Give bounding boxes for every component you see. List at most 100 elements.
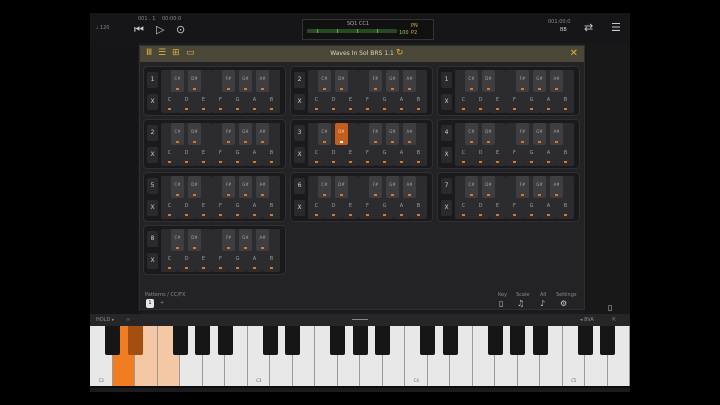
link-icon[interactable]: ∞ xyxy=(126,317,130,323)
piano-black-key[interactable] xyxy=(375,326,390,355)
piano-black-key[interactable] xyxy=(330,326,345,355)
black-note-toggle[interactable]: A# xyxy=(403,123,416,145)
black-note-toggle[interactable]: D# xyxy=(188,123,201,145)
pattern-card[interactable]: 6 X C D E F G A B C# D# F# G# A# xyxy=(290,172,433,222)
pattern-card[interactable]: 5 X C D E F G A B C# D# F# G# A# xyxy=(143,172,286,222)
pattern-card[interactable]: 1 X C D E F G A B C# D# F# G# A# xyxy=(143,66,286,116)
pattern-card[interactable]: 8 X C D E F G A B C# D# F# G# A# xyxy=(143,225,286,275)
pattern-card[interactable]: 4 X C D E F G A B C# D# F# G# A# xyxy=(437,119,580,169)
scale-icon[interactable]: ♫ xyxy=(517,298,524,309)
pattern-number[interactable]: 3 xyxy=(294,125,305,141)
pattern-number[interactable]: 5 xyxy=(147,178,158,194)
black-note-toggle[interactable]: C# xyxy=(318,176,331,198)
black-note-toggle[interactable]: C# xyxy=(171,229,184,251)
black-note-toggle[interactable]: G# xyxy=(239,70,252,92)
pattern-selector[interactable]: 1 xyxy=(146,299,154,308)
black-note-toggle[interactable]: F# xyxy=(222,176,235,198)
rewind-icon[interactable]: ⏮ xyxy=(134,24,144,35)
black-note-toggle[interactable]: F# xyxy=(222,70,235,92)
black-note-toggle[interactable]: D# xyxy=(335,123,348,145)
black-note-toggle[interactable]: G# xyxy=(386,70,399,92)
black-note-toggle[interactable]: C# xyxy=(171,176,184,198)
black-note-toggle[interactable]: A# xyxy=(403,70,416,92)
hold-button[interactable]: HOLD ▸ xyxy=(96,317,114,323)
pattern-number[interactable]: 6 xyxy=(294,178,305,194)
black-note-toggle[interactable]: A# xyxy=(403,176,416,198)
loop-icon[interactable]: ⇄ xyxy=(584,22,593,33)
black-note-toggle[interactable]: A# xyxy=(550,176,563,198)
black-note-toggle[interactable]: D# xyxy=(482,123,495,145)
pattern-card[interactable]: 1 X C D E F G A B C# D# F# G# A# xyxy=(437,66,580,116)
piano-black-key[interactable] xyxy=(195,326,210,355)
clear-pattern-button[interactable]: X xyxy=(441,94,452,110)
black-note-toggle[interactable]: F# xyxy=(222,123,235,145)
piano-black-key[interactable] xyxy=(105,326,120,355)
black-note-toggle[interactable]: D# xyxy=(482,70,495,92)
pattern-number[interactable]: 2 xyxy=(294,72,305,88)
black-note-toggle[interactable]: A# xyxy=(256,123,269,145)
pattern-card[interactable]: 3 X C D E F G A B C# D# F# G# A# xyxy=(290,119,433,169)
note-icon[interactable]: ♪ xyxy=(540,298,545,309)
black-note-toggle[interactable]: D# xyxy=(335,70,348,92)
menu-icon[interactable]: ☰ xyxy=(611,22,621,33)
panel-toggle-icon[interactable]: ▯ xyxy=(608,302,612,313)
clear-pattern-button[interactable]: X xyxy=(441,200,452,216)
close-icon[interactable]: ✕ xyxy=(570,48,578,59)
black-note-toggle[interactable]: G# xyxy=(239,123,252,145)
refresh-icon[interactable]: ↻ xyxy=(396,48,404,58)
black-note-toggle[interactable]: C# xyxy=(318,70,331,92)
black-note-toggle[interactable]: A# xyxy=(256,176,269,198)
black-note-toggle[interactable]: C# xyxy=(318,123,331,145)
drag-handle[interactable] xyxy=(352,319,368,320)
pattern-number[interactable]: 4 xyxy=(441,125,452,141)
record-icon[interactable]: ⊙ xyxy=(176,24,185,35)
piano-black-key[interactable] xyxy=(352,326,368,355)
tempo-display[interactable]: ♩ 120 xyxy=(96,25,110,31)
black-note-toggle[interactable]: A# xyxy=(550,123,563,145)
collapse-icon[interactable]: ⇱ xyxy=(612,317,616,323)
black-note-toggle[interactable]: A# xyxy=(256,70,269,92)
pattern-number[interactable]: 7 xyxy=(441,178,452,194)
black-note-toggle[interactable]: C# xyxy=(171,70,184,92)
piano-black-key[interactable] xyxy=(510,326,525,355)
clear-pattern-button[interactable]: X xyxy=(147,253,158,269)
piano-black-key[interactable] xyxy=(172,326,188,355)
black-note-toggle[interactable]: G# xyxy=(533,70,546,92)
piano-black-key[interactable] xyxy=(127,326,143,355)
pattern-card[interactable]: 2 X C D E F G A B C# D# F# G# A# xyxy=(290,66,433,116)
clear-pattern-button[interactable]: X xyxy=(441,147,452,163)
piano-black-key[interactable] xyxy=(600,326,615,355)
black-note-toggle[interactable]: F# xyxy=(369,176,382,198)
pattern-number[interactable]: 1 xyxy=(441,72,452,88)
black-note-toggle[interactable]: C# xyxy=(171,123,184,145)
piano-black-key[interactable] xyxy=(487,326,503,355)
black-note-toggle[interactable]: G# xyxy=(533,123,546,145)
pattern-add[interactable]: + xyxy=(160,300,164,306)
clear-pattern-button[interactable]: X xyxy=(294,147,305,163)
black-note-toggle[interactable]: G# xyxy=(239,229,252,251)
piano-black-key[interactable] xyxy=(442,326,458,355)
pattern-number[interactable]: 2 xyxy=(147,125,158,141)
piano-black-key[interactable] xyxy=(262,326,278,355)
pattern-number[interactable]: 8 xyxy=(147,231,158,247)
black-note-toggle[interactable]: G# xyxy=(386,123,399,145)
clear-pattern-button[interactable]: X xyxy=(294,200,305,216)
key-icon[interactable]: ▯ xyxy=(499,298,503,309)
piano-black-key[interactable] xyxy=(285,326,300,355)
clear-pattern-button[interactable]: X xyxy=(147,94,158,110)
black-note-toggle[interactable]: A# xyxy=(256,229,269,251)
black-note-toggle[interactable]: G# xyxy=(533,176,546,198)
play-icon[interactable]: ▷ xyxy=(156,24,164,35)
clear-pattern-button[interactable]: X xyxy=(147,200,158,216)
black-note-toggle[interactable]: D# xyxy=(188,176,201,198)
black-note-toggle[interactable]: F# xyxy=(516,123,529,145)
pattern-card[interactable]: 7 X C D E F G A B C# D# F# G# A# xyxy=(437,172,580,222)
black-note-toggle[interactable]: F# xyxy=(369,123,382,145)
piano-black-key[interactable] xyxy=(532,326,548,355)
piano-black-key[interactable] xyxy=(420,326,435,355)
black-note-toggle[interactable]: F# xyxy=(369,70,382,92)
black-note-toggle[interactable]: G# xyxy=(386,176,399,198)
piano-black-key[interactable] xyxy=(577,326,593,355)
piano-black-key[interactable] xyxy=(217,326,233,355)
black-note-toggle[interactable]: D# xyxy=(482,176,495,198)
